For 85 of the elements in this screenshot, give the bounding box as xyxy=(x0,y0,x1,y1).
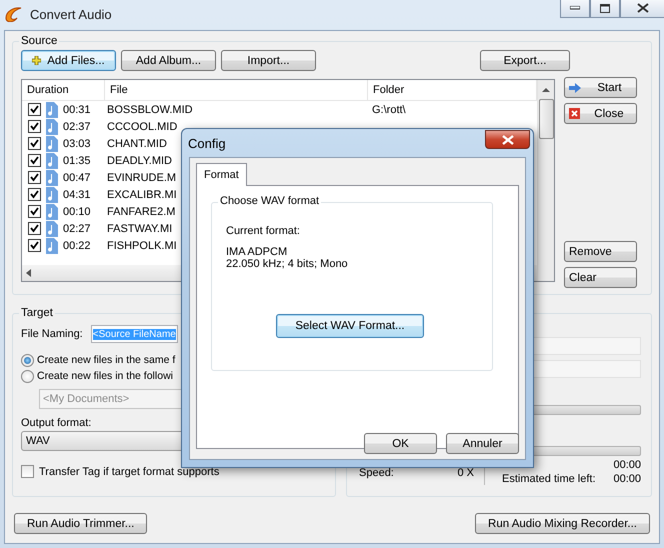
music-file-icon xyxy=(46,186,58,202)
close-button[interactable]: Close xyxy=(564,103,637,124)
checkbox[interactable] xyxy=(28,120,41,133)
arrow-right-icon xyxy=(569,82,581,92)
group-title: Target xyxy=(20,307,54,319)
file-cell: EXCALIBR.MI xyxy=(107,188,177,200)
file-cell: FANFARE2.M xyxy=(107,206,176,218)
clear-button[interactable]: Clear xyxy=(564,267,637,288)
checkbox[interactable] xyxy=(28,205,41,218)
music-file-icon xyxy=(46,220,58,236)
export-button[interactable]: Export... xyxy=(480,50,570,71)
duration-cell: 00:47 xyxy=(63,172,91,184)
checkbox[interactable] xyxy=(28,171,41,184)
add-album-button[interactable]: Add Album... xyxy=(121,50,216,71)
radio-option[interactable]: Create new files in the followi xyxy=(21,369,329,383)
duration-cell: 02:37 xyxy=(63,120,91,132)
file-cell: BOSSBLOW.MID xyxy=(107,104,193,116)
plus-icon xyxy=(32,56,42,65)
close-icon xyxy=(569,108,580,119)
music-file-icon xyxy=(46,136,58,152)
checkbox[interactable] xyxy=(28,103,41,116)
maximize-button[interactable] xyxy=(590,0,620,18)
duration-cell: 00:31 xyxy=(63,104,91,116)
group-title: Source xyxy=(20,35,58,47)
close-icon xyxy=(502,134,514,144)
current-format-label: Current format: xyxy=(226,225,301,237)
file-cell: FASTWAY.MI xyxy=(107,222,172,234)
maximize-icon xyxy=(600,4,610,12)
checkbox[interactable] xyxy=(28,222,41,235)
minimize-button[interactable] xyxy=(560,0,590,18)
close-button[interactable] xyxy=(620,0,664,18)
duration-cell: 04:31 xyxy=(63,188,91,200)
stat-label: Estimated time left: xyxy=(502,473,597,485)
duration-cell: 00:22 xyxy=(63,240,91,252)
remove-button[interactable]: Remove xyxy=(564,241,637,262)
import-button[interactable]: Import... xyxy=(221,50,316,71)
music-file-icon xyxy=(46,118,58,134)
column-header[interactable]: File xyxy=(105,80,368,100)
cancel-button[interactable]: Annuler xyxy=(446,433,519,454)
dialog-title: Config xyxy=(188,136,226,150)
checkbox[interactable] xyxy=(28,239,41,252)
close-icon xyxy=(637,3,649,13)
stat-value: 00:00 xyxy=(613,473,641,485)
music-file-icon xyxy=(46,238,58,254)
field-label: Output format: xyxy=(21,417,92,429)
group-title: Choose WAV format xyxy=(218,195,322,207)
minimize-icon xyxy=(570,6,580,10)
app-logo-icon xyxy=(4,6,24,22)
transfer-tag-checkbox[interactable]: Transfer Tag if target format supports xyxy=(21,465,329,478)
field-label: File Naming: xyxy=(21,328,83,340)
stat-value: 0 X xyxy=(457,467,474,481)
file-cell: DEADLY.MID xyxy=(107,154,172,166)
stat-value: 00:00 xyxy=(613,459,641,471)
close-button[interactable] xyxy=(485,130,530,149)
checkbox[interactable] xyxy=(28,154,41,167)
stat-label: Speed: xyxy=(359,467,395,481)
window-title: Convert Audio xyxy=(30,6,112,22)
duration-cell: 01:35 xyxy=(63,154,91,166)
scroll-thumb[interactable] xyxy=(538,99,554,139)
file-cell: CHANT.MID xyxy=(107,138,167,150)
select-format-button[interactable]: Select WAV Format... xyxy=(276,314,424,338)
ok-button[interactable]: OK xyxy=(364,433,437,454)
format-text: 22.050 kHz; 4 bits; Mono xyxy=(226,258,348,270)
add-files-button[interactable]: Add Files... xyxy=(21,50,116,71)
format-text: IMA ADPCM xyxy=(226,246,288,258)
duration-cell: 03:03 xyxy=(63,138,91,150)
file-cell: EVINRUDE.M xyxy=(107,172,176,184)
checkbox[interactable] xyxy=(28,137,41,150)
mixing-recorder-button[interactable]: Run Audio Mixing Recorder... xyxy=(475,513,650,534)
music-file-icon xyxy=(46,102,58,118)
tab[interactable]: Format xyxy=(196,163,247,186)
radio-option[interactable]: Create new files in the same f xyxy=(21,353,329,367)
file-cell: CCCOOL.MID xyxy=(107,120,178,132)
duration-cell: 02:27 xyxy=(63,222,91,234)
music-file-icon xyxy=(46,152,58,168)
audio-trimmer-button[interactable]: Run Audio Trimmer... xyxy=(14,513,148,534)
file-cell: FISHPOLK.MI xyxy=(107,240,177,252)
music-file-icon xyxy=(46,204,58,220)
vertical-scrollbar[interactable] xyxy=(537,80,554,281)
folder-cell: G:\rott\ xyxy=(372,104,406,116)
start-button[interactable]: Start xyxy=(564,77,637,98)
duration-cell: 00:10 xyxy=(63,206,91,218)
checkbox[interactable] xyxy=(28,188,41,201)
column-header[interactable]: Duration xyxy=(22,80,105,100)
music-file-icon xyxy=(46,170,58,186)
